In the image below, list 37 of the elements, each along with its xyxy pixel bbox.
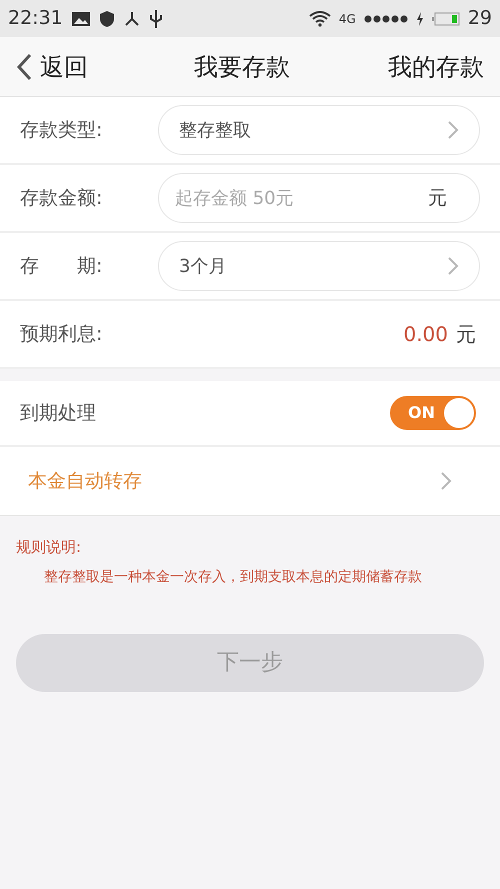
signal-dots-icon (364, 14, 408, 22)
chevron-left-icon (16, 52, 32, 80)
rules-text: 整存整取是一种本金一次存入，到期支取本息的定期储蓄存款 (43, 568, 423, 586)
page-title: 我要存款 (193, 52, 291, 82)
unit-label: 元 (428, 186, 447, 211)
image-icon (70, 10, 91, 26)
charging-icon (416, 12, 424, 26)
amount-input[interactable]: 起存金额 50元 (175, 184, 428, 212)
field-label: 预期利息: (20, 322, 104, 347)
field-label: 存款金额: (20, 186, 104, 211)
select-field[interactable]: 3个月 (158, 241, 480, 291)
maturity-label: 到期处理 (20, 400, 97, 426)
chevron-right-icon (447, 256, 459, 276)
chevron-right-icon (440, 471, 452, 491)
my-deposits-link[interactable]: 我的存款 (388, 48, 484, 84)
field-label: 存 期: (20, 254, 104, 279)
battery-percent: 29 (468, 6, 492, 32)
battery-icon (432, 12, 460, 26)
usb-icon (148, 8, 163, 28)
amount-field[interactable]: 起存金额 50元 元 (158, 173, 480, 223)
select-field[interactable]: 整存整取 (158, 105, 480, 155)
select-value: 整存整取 (179, 118, 251, 142)
share-node-icon (122, 10, 141, 28)
network-type: 4G (338, 10, 356, 28)
wifi-icon (308, 10, 331, 26)
switch-thumb (444, 398, 474, 428)
rules-title: 规则说明: (16, 537, 82, 558)
shield-icon (98, 10, 115, 28)
status-time: 22:31 (8, 6, 63, 32)
switch-text: ON (408, 402, 435, 424)
chevron-right-icon (447, 120, 459, 140)
select-value: 3个月 (179, 254, 226, 278)
interest-value: 0.00 (403, 321, 448, 348)
unit-label: 元 (456, 321, 476, 348)
field-label: 存款类型: (20, 118, 104, 143)
option-label: 本金自动转存 (28, 468, 142, 494)
back-button[interactable]: 返回 (16, 48, 88, 84)
